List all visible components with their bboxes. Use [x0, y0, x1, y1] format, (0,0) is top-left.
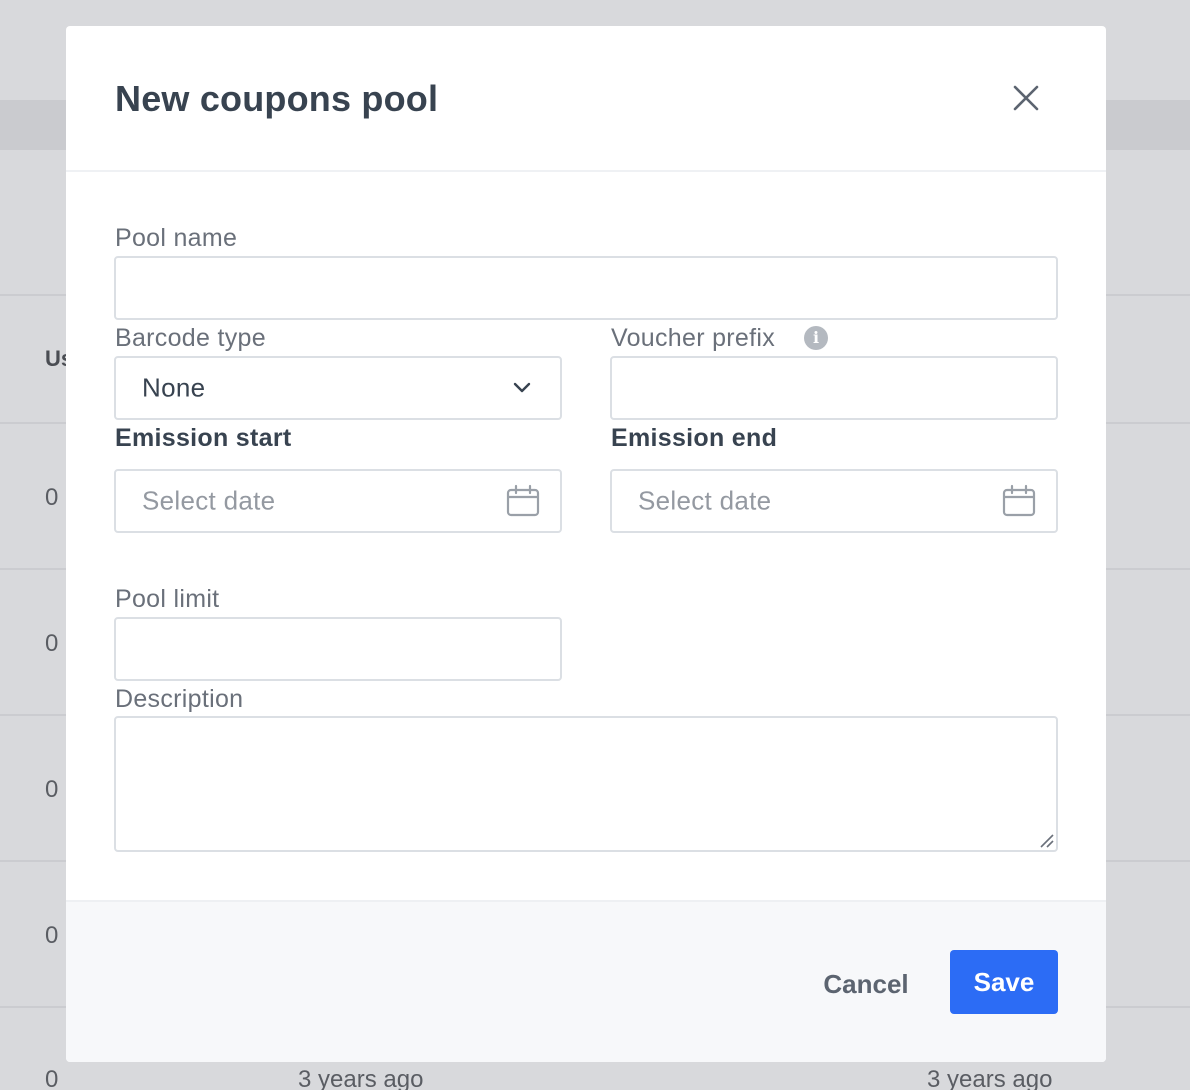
barcode-type-label: Barcode type [115, 324, 266, 352]
background-row-date: 3 years ago [927, 1066, 1053, 1090]
close-icon [1013, 85, 1039, 111]
emission-end-label: Emission end [611, 424, 778, 452]
calendar-icon [506, 484, 540, 517]
emission-start-placeholder: Select date [142, 485, 276, 516]
barcode-type-value: None [142, 372, 206, 403]
background-row-value: 0 [45, 630, 59, 657]
background-row-value: 0 [45, 776, 59, 803]
modal-title: New coupons pool [115, 78, 439, 119]
new-coupons-pool-modal: New coupons pool Pool name Barcode type … [66, 26, 1106, 1062]
background-row-value: 0 [45, 1066, 59, 1090]
pool-name-label: Pool name [115, 224, 238, 252]
calendar-icon [1002, 484, 1036, 517]
background-row-value: 0 [45, 922, 59, 949]
emission-start-datepicker[interactable]: Select date [114, 469, 562, 533]
emission-start-label: Emission start [115, 424, 292, 452]
voucher-prefix-label: Voucher prefix [611, 324, 776, 352]
description-textarea[interactable] [114, 716, 1058, 852]
info-icon[interactable]: i [804, 326, 828, 350]
emission-end-placeholder: Select date [638, 485, 772, 516]
pool-name-input[interactable] [114, 256, 1058, 320]
close-button[interactable] [1010, 82, 1042, 114]
description-label: Description [115, 685, 244, 713]
background-row-date: 3 years ago [298, 1066, 424, 1090]
resize-handle-icon[interactable] [1038, 832, 1054, 848]
pool-limit-input[interactable] [114, 617, 562, 681]
voucher-prefix-input[interactable] [610, 356, 1058, 420]
cancel-button[interactable]: Cancel [806, 952, 926, 1016]
modal-footer: Cancel Save [66, 900, 1106, 1062]
modal-header: New coupons pool [66, 26, 1106, 172]
pool-limit-label: Pool limit [115, 585, 220, 613]
chevron-down-icon [513, 382, 531, 393]
save-button[interactable]: Save [950, 950, 1058, 1014]
background-row-value: 0 [45, 484, 59, 511]
barcode-type-select[interactable]: None [114, 356, 562, 420]
emission-end-datepicker[interactable]: Select date [610, 469, 1058, 533]
